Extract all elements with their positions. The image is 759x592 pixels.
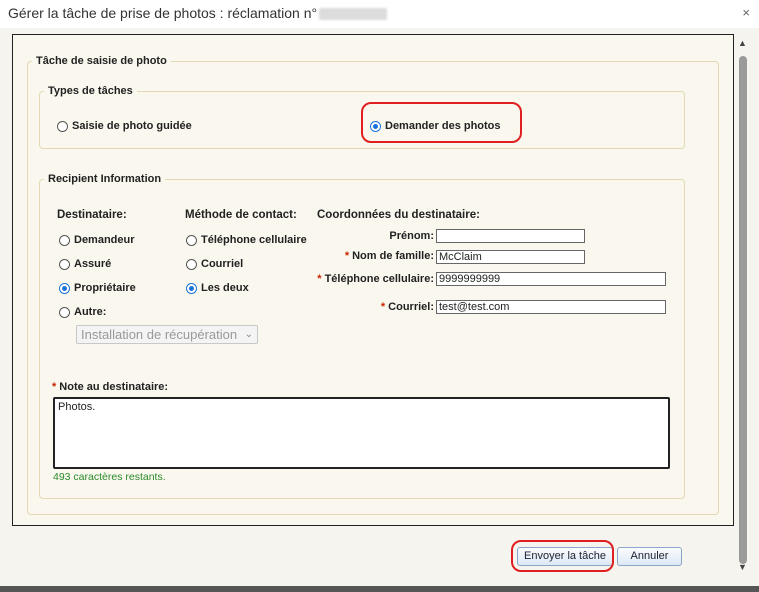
select-value: Installation de récupération bbox=[81, 327, 238, 342]
radio-button[interactable] bbox=[59, 282, 70, 294]
radio-label: Saisie de photo guidée bbox=[72, 120, 192, 132]
bottom-edge bbox=[0, 586, 759, 592]
radio-label: Autre: bbox=[74, 306, 107, 318]
radio-label: Courriel bbox=[201, 258, 244, 270]
radio-label: Les deux bbox=[201, 282, 249, 294]
contact-method-header: Méthode de contact: bbox=[185, 209, 297, 221]
cell-phone-input[interactable]: 9999999999 bbox=[436, 272, 666, 286]
scroll-up-icon[interactable]: ▲ bbox=[738, 38, 747, 48]
cell-phone-label: * Téléphone cellulaire: bbox=[317, 273, 434, 285]
required-marker: * bbox=[380, 301, 386, 313]
radio-button[interactable] bbox=[186, 258, 197, 270]
redacted-claim-number bbox=[319, 8, 388, 21]
radio-button[interactable] bbox=[186, 282, 197, 294]
note-label: * Note au destinataire: bbox=[52, 381, 169, 393]
recipient-legend: Recipient Information bbox=[48, 173, 162, 185]
highlight-submit-button bbox=[511, 540, 614, 572]
coordinates-header: Coordonnées du destinataire: bbox=[317, 209, 480, 221]
first-name-input[interactable] bbox=[436, 229, 585, 243]
note-textarea[interactable]: Photos. bbox=[53, 397, 670, 469]
first-name-label: Prénom: bbox=[389, 230, 434, 242]
last-name-input[interactable]: McClaim bbox=[436, 250, 585, 264]
radio-assure[interactable]: Assuré bbox=[59, 258, 111, 270]
radio-guided-photo[interactable]: Saisie de photo guidée bbox=[57, 120, 192, 132]
cancel-button[interactable]: Annuler bbox=[617, 547, 682, 566]
radio-autre[interactable]: Autre: bbox=[59, 306, 106, 318]
required-marker: * bbox=[52, 381, 57, 393]
radio-label: Téléphone cellulaire bbox=[201, 234, 307, 246]
dialog-title-bar: Gérer la tâche de prise de photos : récl… bbox=[0, 0, 759, 28]
email-label: * Courriel: bbox=[380, 301, 434, 313]
scroll-down-icon[interactable]: ▼ bbox=[738, 562, 747, 572]
chevron-down-icon: ⌄ bbox=[244, 329, 253, 340]
vertical-scrollbar[interactable]: ▲ ▼ bbox=[736, 36, 750, 576]
radio-email[interactable]: Courriel bbox=[186, 258, 243, 270]
radio-label: Assuré bbox=[74, 258, 112, 270]
radio-proprietaire[interactable]: Propriétaire bbox=[59, 282, 136, 294]
required-marker: * bbox=[317, 273, 322, 285]
highlight-request-photos bbox=[361, 102, 522, 143]
radio-button[interactable] bbox=[59, 306, 70, 318]
radio-button[interactable] bbox=[59, 234, 70, 246]
radio-button[interactable] bbox=[186, 234, 197, 246]
last-name-label: * Nom de famille: bbox=[344, 250, 434, 262]
other-recipient-select[interactable]: Installation de récupération ⌄ bbox=[76, 325, 258, 344]
dialog-title: Gérer la tâche de prise de photos : récl… bbox=[8, 5, 388, 21]
required-marker: * bbox=[344, 250, 350, 262]
radio-label: Propriétaire bbox=[74, 282, 136, 294]
radio-button[interactable] bbox=[57, 120, 68, 132]
radio-button[interactable] bbox=[59, 258, 70, 270]
photo-task-legend: Tâche de saisie de photo bbox=[36, 55, 167, 67]
remaining-characters: 493 caractères restants. bbox=[53, 471, 166, 483]
radio-both[interactable]: Les deux bbox=[186, 282, 249, 294]
destinataire-header: Destinataire: bbox=[57, 209, 127, 221]
radio-cell-phone[interactable]: Téléphone cellulaire bbox=[186, 234, 307, 246]
radio-label: Demandeur bbox=[74, 234, 135, 246]
email-input[interactable]: test@test.com bbox=[436, 300, 666, 314]
task-types-legend: Types de tâches bbox=[48, 85, 133, 97]
close-icon[interactable]: × bbox=[742, 5, 750, 20]
radio-demandeur[interactable]: Demandeur bbox=[59, 234, 135, 246]
scrollbar-thumb[interactable] bbox=[739, 56, 747, 564]
